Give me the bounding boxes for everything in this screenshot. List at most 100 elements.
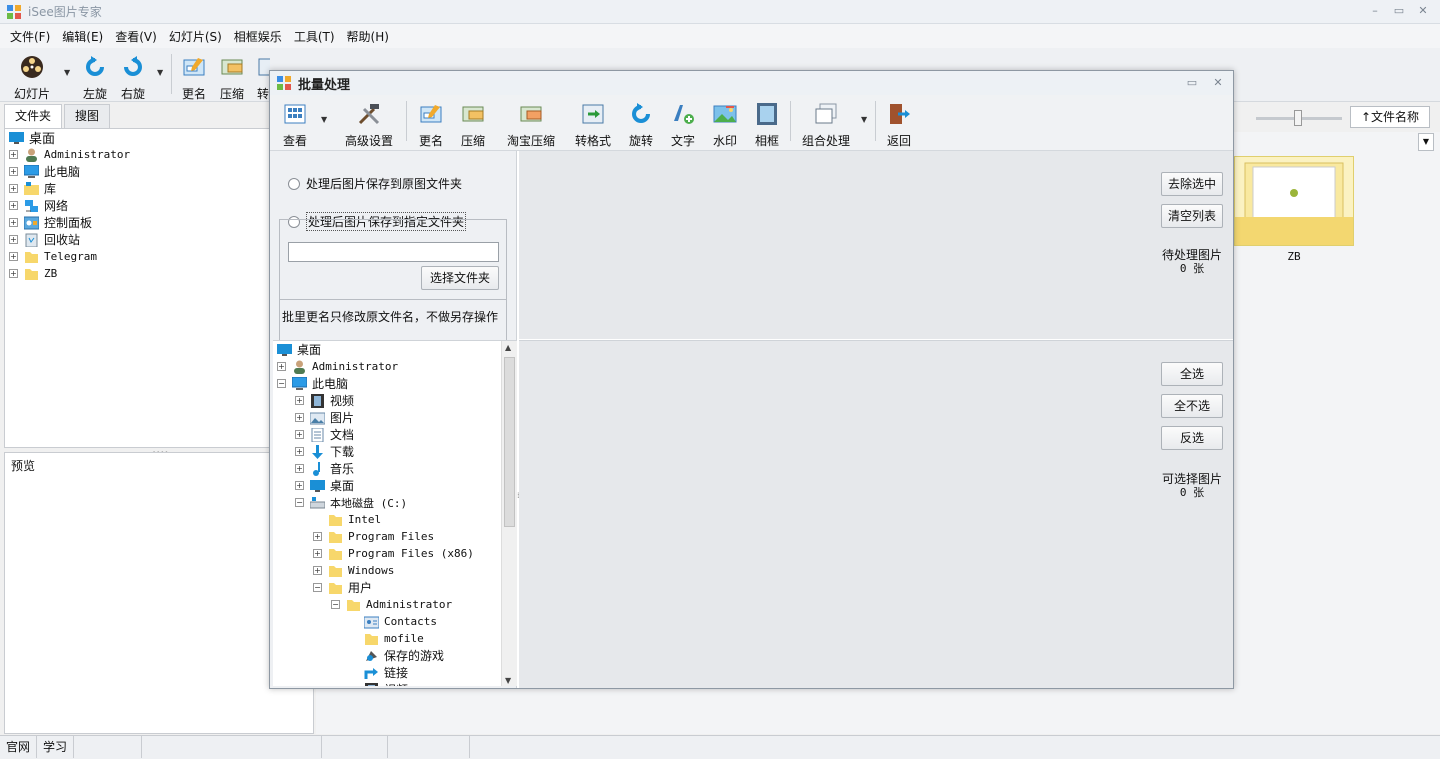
tree-item-this-pc[interactable]: + 此电脑	[5, 163, 269, 180]
collapse-icon[interactable]: −	[277, 379, 286, 388]
convert-format-button[interactable]: 转格式	[572, 101, 614, 149]
dialog-tree-item[interactable]: 保存的游戏	[273, 647, 517, 664]
tab-folders[interactable]: 文件夹	[4, 104, 63, 128]
dialog-tree-item[interactable]: 视频	[273, 681, 517, 686]
convert-button[interactable]: 转	[256, 54, 270, 102]
scrollbar-thumb[interactable]	[504, 357, 515, 527]
dialog-tree-item[interactable]: + Program Files (x86)	[273, 545, 517, 562]
expand-icon[interactable]: +	[295, 464, 304, 473]
expand-icon[interactable]: +	[9, 184, 18, 193]
dialog-tree-item[interactable]: + 桌面	[273, 477, 517, 494]
tab-search-images[interactable]: 搜图	[64, 104, 111, 128]
dialog-tree-item[interactable]: + 图片	[273, 409, 517, 426]
radio-icon[interactable]	[288, 177, 300, 190]
dialog-tree-item[interactable]: − 此电脑	[273, 375, 517, 392]
advanced-settings-button[interactable]: 高级设置	[342, 101, 396, 149]
dialog-tree-item[interactable]: mofile	[273, 630, 517, 647]
zoom-slider-handle[interactable]	[1294, 110, 1302, 126]
tree-item-zb[interactable]: + ZB	[5, 265, 269, 282]
remove-selected-button[interactable]: 去除选中	[1161, 172, 1223, 196]
expand-icon[interactable]: +	[9, 218, 18, 227]
expand-icon[interactable]: +	[313, 549, 322, 558]
expand-icon[interactable]: +	[295, 413, 304, 422]
expand-icon[interactable]: +	[9, 150, 18, 159]
minimize-button[interactable]: –	[1366, 3, 1384, 19]
save-to-original-radio[interactable]: 处理后图片保存到原图文件夹	[288, 175, 462, 192]
tree-scrollbar[interactable]: ▲ ▼	[501, 341, 517, 686]
dialog-tree-item[interactable]: + 视频	[273, 392, 517, 409]
status-learn[interactable]: 学习	[37, 736, 75, 758]
dialog-tree-item[interactable]: + Windows	[273, 562, 517, 579]
dialog-tree-item[interactable]: − Administrator	[273, 596, 517, 613]
dialog-tree-item[interactable]: 链接	[273, 664, 517, 681]
status-official-site[interactable]: 官网	[0, 736, 38, 758]
tree-item-recycle-bin[interactable]: + 回收站	[5, 231, 269, 248]
expand-icon[interactable]: +	[9, 167, 18, 176]
expand-icon[interactable]: +	[9, 252, 18, 261]
scroll-down-icon[interactable]: ▼	[505, 676, 511, 685]
tree-item-telegram[interactable]: + Telegram	[5, 248, 269, 265]
expand-icon[interactable]: +	[277, 362, 286, 371]
folder-thumbnail[interactable]	[1234, 156, 1354, 246]
menu-frame-fun[interactable]: 相框娱乐	[228, 28, 288, 45]
expand-icon[interactable]: +	[295, 396, 304, 405]
expand-icon[interactable]: +	[9, 201, 18, 210]
dialog-tree-item[interactable]: − 本地磁盘 (C:)	[273, 494, 517, 511]
tree-item-library[interactable]: + 库	[5, 180, 269, 197]
dialog-tree-item[interactable]: Intel	[273, 511, 517, 528]
rename-button[interactable]: 更名	[178, 54, 210, 102]
compress-button[interactable]: 压缩	[216, 54, 248, 102]
watermark-button[interactable]: 水印	[710, 101, 740, 149]
menu-help[interactable]: 帮助(H)	[341, 28, 395, 45]
expand-icon[interactable]: +	[9, 269, 18, 278]
scroll-up-icon[interactable]: ▲	[505, 343, 511, 352]
menu-tools[interactable]: 工具(T)	[288, 28, 341, 45]
dialog-rename-button[interactable]: 更名	[416, 101, 446, 149]
expand-icon[interactable]: +	[9, 235, 18, 244]
rotate-right-button[interactable]: 右旋	[116, 54, 150, 102]
path-dropdown-icon[interactable]: ▼	[1418, 133, 1434, 151]
rotate-dropdown-icon[interactable]: ▼	[157, 68, 163, 77]
slideshow-button[interactable]: 幻灯片	[10, 54, 54, 102]
maximize-button[interactable]: ▭	[1390, 3, 1408, 19]
dialog-maximize-button[interactable]: ▭	[1183, 75, 1201, 91]
collapse-icon[interactable]: −	[331, 600, 340, 609]
dialog-tree-item[interactable]: − 用户	[273, 579, 517, 596]
dialog-close-button[interactable]: ✕	[1209, 75, 1227, 91]
tree-item-network[interactable]: + 网络	[5, 197, 269, 214]
select-all-button[interactable]: 全选	[1161, 362, 1223, 386]
taobao-compress-button[interactable]: 淘宝压缩	[504, 101, 558, 149]
dialog-compress-button[interactable]: 压缩	[458, 101, 488, 149]
menu-file[interactable]: 文件(F)	[4, 28, 56, 45]
tree-item-control-panel[interactable]: + 控制面板	[5, 214, 269, 231]
dialog-tree-item[interactable]: + 下载	[273, 443, 517, 460]
collapse-icon[interactable]: −	[295, 498, 304, 507]
collapse-icon[interactable]: −	[313, 583, 322, 592]
rotate-left-button[interactable]: 左旋	[78, 54, 112, 102]
text-button[interactable]: 文字	[668, 101, 698, 149]
menu-edit[interactable]: 编辑(E)	[56, 28, 109, 45]
dialog-tree-item[interactable]: + 音乐	[273, 460, 517, 477]
dialog-tree-item[interactable]: Contacts	[273, 613, 517, 630]
view-button[interactable]: 查看	[280, 101, 310, 149]
expand-icon[interactable]: +	[295, 447, 304, 456]
return-button[interactable]: 返回	[884, 101, 914, 149]
menu-slideshow[interactable]: 幻灯片(S)	[163, 28, 228, 45]
view-dropdown-icon[interactable]: ▼	[321, 115, 327, 124]
rotate-button[interactable]: 旋转	[626, 101, 656, 149]
tree-item-administrator[interactable]: + Administrator	[5, 146, 269, 163]
expand-icon[interactable]: +	[313, 532, 322, 541]
frame-button[interactable]: 相框	[752, 101, 782, 149]
expand-icon[interactable]: +	[295, 430, 304, 439]
select-none-button[interactable]: 全不选	[1161, 394, 1223, 418]
tree-item-desktop[interactable]: 桌面	[5, 129, 269, 147]
expand-icon[interactable]: +	[295, 481, 304, 490]
dialog-tree-item[interactable]: + Program Files	[273, 528, 517, 545]
close-button[interactable]: ✕	[1414, 3, 1432, 19]
clear-list-button[interactable]: 清空列表	[1161, 204, 1223, 228]
dialog-tree-item[interactable]: 桌面	[273, 341, 517, 358]
invert-selection-button[interactable]: 反选	[1161, 426, 1223, 450]
combined-process-button[interactable]: 组合处理	[800, 101, 852, 149]
dialog-tree-item[interactable]: + 文档	[273, 426, 517, 443]
sort-by-filename-button[interactable]: ↑文件名称	[1350, 106, 1430, 128]
